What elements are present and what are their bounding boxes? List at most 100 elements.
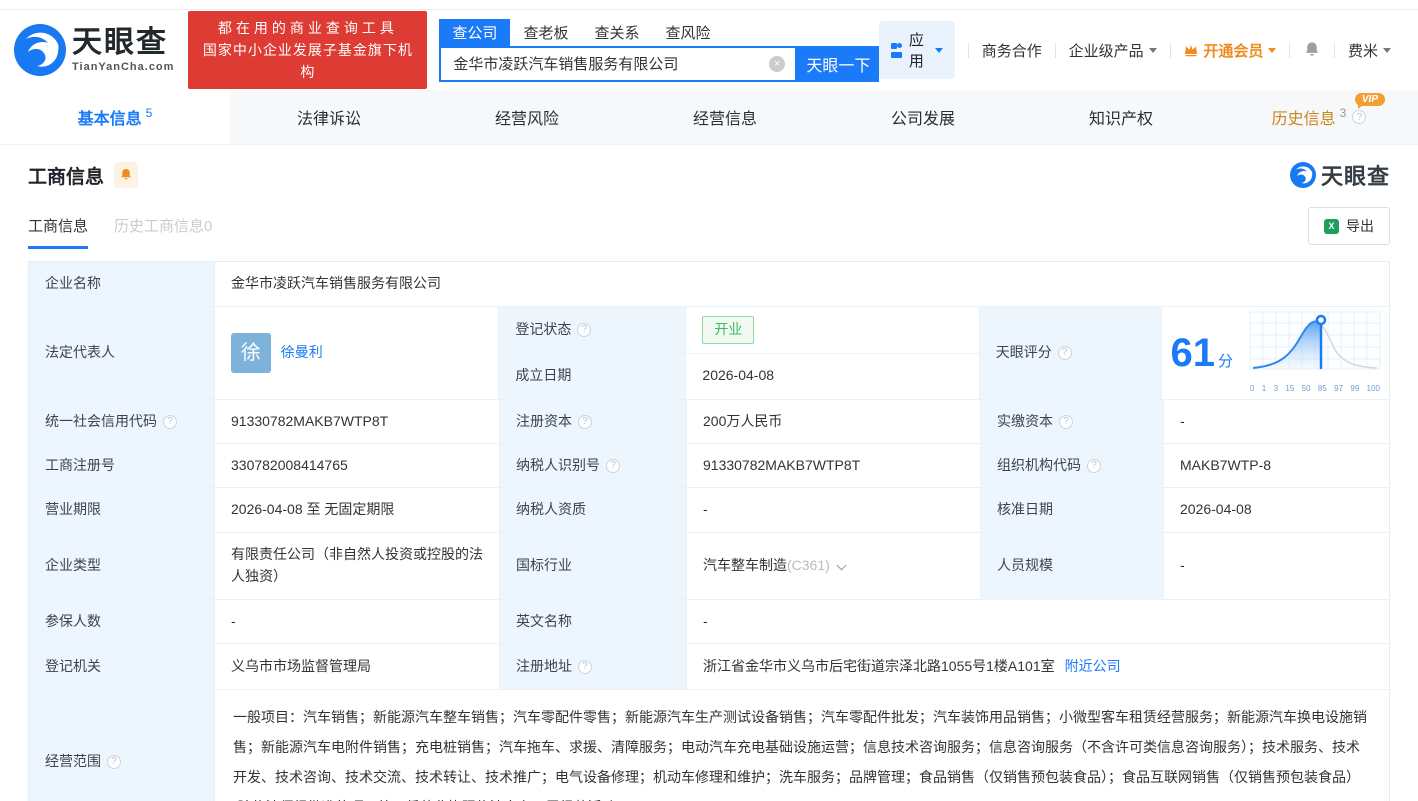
watermark-text: 天眼查 bbox=[1320, 164, 1390, 189]
apps-grid-icon bbox=[891, 42, 902, 58]
reg-address-cell: 浙江省金华市义乌市后宅街道宗泽北路1055号1楼A101室 附近公司 bbox=[687, 644, 1389, 691]
reg-address-label-text: 注册地址 bbox=[516, 657, 572, 674]
header-menu: 应用 商务合作 企业级产品 开通会员 费米 bbox=[879, 21, 1404, 79]
divider bbox=[1169, 42, 1171, 58]
menu-cooperation[interactable]: 商务合作 bbox=[982, 40, 1042, 61]
section-header: 工商信息 天眼查 bbox=[28, 159, 1390, 191]
axis-tick: 85 bbox=[1317, 383, 1327, 393]
tab-development[interactable]: 公司发展 bbox=[824, 90, 1022, 144]
insured-value: - bbox=[215, 600, 500, 645]
company-nav-tabs: 基本信息 5 法律诉讼 经营风险 经营信息 公司发展 知识产权 VIP 历史信息… bbox=[0, 90, 1418, 145]
header: 天眼查 TianYanCha.com 都在用的商业查询工具 国家中小企业发展子基… bbox=[0, 10, 1418, 90]
export-button[interactable]: 导出 bbox=[1308, 207, 1390, 245]
reg-status-label-text: 登记状态 bbox=[515, 320, 572, 337]
page: 天眼查 TianYanCha.com 都在用的商业查询工具 国家中小企业发展子基… bbox=[0, 0, 1418, 801]
taxpayer-id-label-text: 纳税人识别号 bbox=[516, 456, 600, 473]
menu-enterprise[interactable]: 企业级产品 bbox=[1069, 40, 1157, 61]
axis-tick: 15 bbox=[1285, 383, 1295, 393]
tab-legal-label: 法律诉讼 bbox=[296, 111, 361, 128]
org-code-label: 组织机构代码 bbox=[981, 444, 1164, 489]
question-icon[interactable] bbox=[163, 414, 177, 429]
score-label-text: 天眼评分 bbox=[995, 344, 1052, 361]
question-icon[interactable] bbox=[578, 414, 592, 429]
subscribe-bell[interactable] bbox=[114, 162, 139, 188]
tab-legal[interactable]: 法律诉讼 bbox=[230, 90, 428, 144]
tab-history[interactable]: VIP 历史信息 3 bbox=[1220, 90, 1418, 144]
search-tab-company[interactable]: 查公司 bbox=[439, 18, 511, 46]
tab-risk[interactable]: 经营风险 bbox=[428, 90, 626, 144]
notification-bell[interactable] bbox=[1303, 41, 1321, 59]
table-row: 营业期限 2026-04-08 至 无固定期限 纳税人资质 - 核准日期 202… bbox=[29, 488, 1389, 534]
industry-cell: 汽车整车制造 (C361) bbox=[687, 533, 981, 601]
tab-ip[interactable]: 知识产权 bbox=[1022, 90, 1220, 144]
company-type-value: 有限责任公司（非自然人投资或控股的法人独资） bbox=[215, 533, 500, 601]
approval-date-label: 核准日期 bbox=[981, 488, 1164, 534]
table-row: 统一社会信用代码 91330782MAKB7WTP8T 注册资本 200万人民币… bbox=[29, 400, 1389, 445]
apps-menu[interactable]: 应用 bbox=[879, 21, 955, 79]
reg-address-label: 注册地址 bbox=[500, 644, 687, 691]
credit-code-value: 91330782MAKB7WTP8T bbox=[215, 400, 500, 445]
business-scope-value: 一般项目：汽车销售；新能源汽车整车销售；汽车零配件零售；新能源汽车生产测试设备销… bbox=[215, 690, 1389, 801]
subtab-history-info[interactable]: 历史工商信息0 bbox=[114, 215, 212, 249]
credit-code-label-text: 统一社会信用代码 bbox=[45, 412, 157, 429]
score-distribution-chart[interactable]: 0 1 3 15 50 85 97 99 100 bbox=[1249, 311, 1381, 395]
tab-basic-label: 基本信息 bbox=[77, 111, 142, 128]
chevron-down-icon bbox=[1268, 47, 1277, 53]
nearby-companies-link[interactable]: 附近公司 bbox=[1065, 656, 1121, 678]
search-tab-relation[interactable]: 查关系 bbox=[581, 19, 652, 46]
chart-axis-labels: 0 1 3 15 50 85 97 99 100 bbox=[1249, 383, 1381, 395]
tab-ip-label: 知识产权 bbox=[1088, 111, 1153, 128]
section-title: 工商信息 bbox=[28, 166, 105, 188]
question-icon[interactable] bbox=[606, 458, 620, 473]
score-value-wrap: 61 分 bbox=[1170, 333, 1233, 373]
industry-label: 国标行业 bbox=[500, 533, 687, 601]
reg-authority-label: 登记机关 bbox=[29, 644, 215, 691]
user-menu[interactable]: 费米 bbox=[1348, 40, 1392, 61]
taxpayer-quality-label: 纳税人资质 bbox=[500, 488, 687, 534]
subtab-business-info[interactable]: 工商信息 bbox=[28, 215, 89, 249]
question-icon[interactable] bbox=[1059, 414, 1073, 429]
question-icon[interactable] bbox=[107, 755, 121, 770]
avatar[interactable]: 徐 bbox=[230, 333, 271, 374]
question-icon[interactable] bbox=[1057, 346, 1072, 361]
search-tab-boss[interactable]: 查老板 bbox=[510, 19, 581, 46]
question-icon[interactable] bbox=[577, 322, 592, 337]
logo-text: 天眼查 TianYanCha.com bbox=[72, 27, 174, 73]
tab-operation[interactable]: 经营信息 bbox=[626, 90, 824, 144]
question-icon[interactable] bbox=[1087, 458, 1101, 473]
taxpayer-id-label: 纳税人识别号 bbox=[500, 444, 687, 489]
score-unit: 分 bbox=[1217, 352, 1233, 370]
search-button[interactable]: 天眼一下 bbox=[797, 45, 880, 82]
axis-tick: 3 bbox=[1273, 383, 1279, 393]
tianyancha-logo[interactable]: 天眼查 TianYanCha.com bbox=[14, 24, 174, 76]
question-icon[interactable] bbox=[1352, 110, 1367, 124]
axis-tick: 99 bbox=[1350, 383, 1360, 393]
axis-tick: 100 bbox=[1366, 383, 1380, 393]
export-label: 导出 bbox=[1346, 218, 1374, 234]
chevron-down-icon[interactable] bbox=[836, 560, 847, 571]
divider bbox=[1289, 42, 1291, 58]
legal-rep-link[interactable]: 徐曼利 bbox=[281, 342, 323, 364]
business-scope-label: 经营范围 bbox=[29, 690, 215, 801]
table-row: 登记机关 义乌市市场监督管理局 注册地址 浙江省金华市义乌市后宅街道宗泽北路10… bbox=[29, 644, 1389, 691]
status-date-block: 登记状态 开业 成立日期 2026-04-08 bbox=[499, 307, 980, 401]
paid-capital-value: - bbox=[1164, 400, 1389, 445]
staff-size-label: 人员规模 bbox=[981, 533, 1164, 601]
search-input[interactable] bbox=[441, 55, 770, 72]
tab-development-label: 公司发展 bbox=[890, 111, 955, 128]
divider bbox=[1334, 42, 1336, 58]
tab-risk-label: 经营风险 bbox=[494, 111, 559, 128]
vip-label: 开通会员 bbox=[1203, 42, 1264, 60]
search-tab-risk[interactable]: 查风险 bbox=[652, 19, 723, 46]
question-icon[interactable] bbox=[578, 659, 592, 674]
tab-basic-info[interactable]: 基本信息 5 bbox=[0, 90, 230, 144]
clear-icon[interactable] bbox=[769, 55, 786, 72]
divider bbox=[1054, 42, 1056, 58]
username-label: 费米 bbox=[1348, 42, 1379, 60]
insured-label: 参保人数 bbox=[29, 600, 215, 645]
table-subrow: 成立日期 2026-04-08 bbox=[499, 353, 980, 401]
chevron-down-icon bbox=[934, 47, 943, 53]
axis-tick: 97 bbox=[1334, 383, 1344, 393]
menu-vip[interactable]: 开通会员 bbox=[1183, 40, 1277, 61]
credit-code-label: 统一社会信用代码 bbox=[29, 400, 215, 445]
